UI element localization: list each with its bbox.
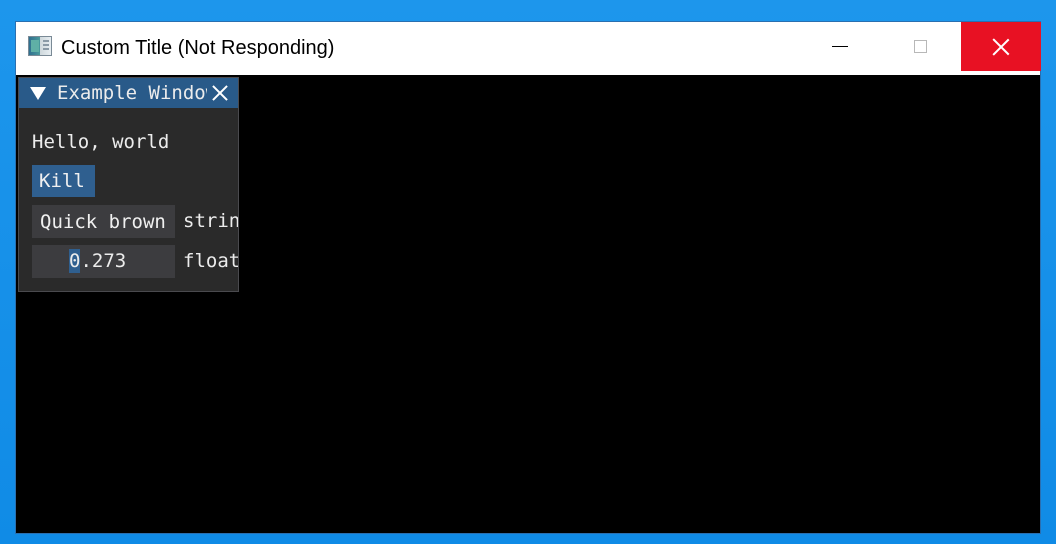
example-window[interactable]: Example Window Hello, world Kill string … [18,77,239,292]
float-value-selected: 0 [69,249,81,273]
hello-text: Hello, world [32,131,170,153]
close-icon [992,38,1010,56]
example-window-titlebar[interactable]: Example Window [19,78,238,108]
example-window-close-icon[interactable] [212,85,228,101]
close-button[interactable] [961,22,1041,71]
app-window: Custom Title (Not Responding) Example Wi… [15,21,1041,534]
window-titlebar[interactable]: Custom Title (Not Responding) [16,22,1041,75]
app-icon[interactable] [28,36,52,56]
kill-button[interactable]: Kill [32,165,95,197]
string-label: string [183,210,238,232]
maximize-icon [913,40,927,53]
maximize-button[interactable] [880,22,960,71]
client-area: Example Window Hello, world Kill string … [16,75,1040,533]
float-value-rest: .273 [80,250,127,272]
float-value: 0.273 [69,249,126,273]
float-label: float [183,250,238,272]
float-input[interactable]: 0.273 [32,245,175,278]
minimize-button[interactable] [800,22,880,71]
string-input[interactable] [32,205,175,238]
window-title: Custom Title (Not Responding) [61,37,335,59]
minimize-icon [832,46,848,47]
example-window-title: Example Window [57,82,207,104]
collapse-arrow-icon[interactable] [30,87,46,100]
